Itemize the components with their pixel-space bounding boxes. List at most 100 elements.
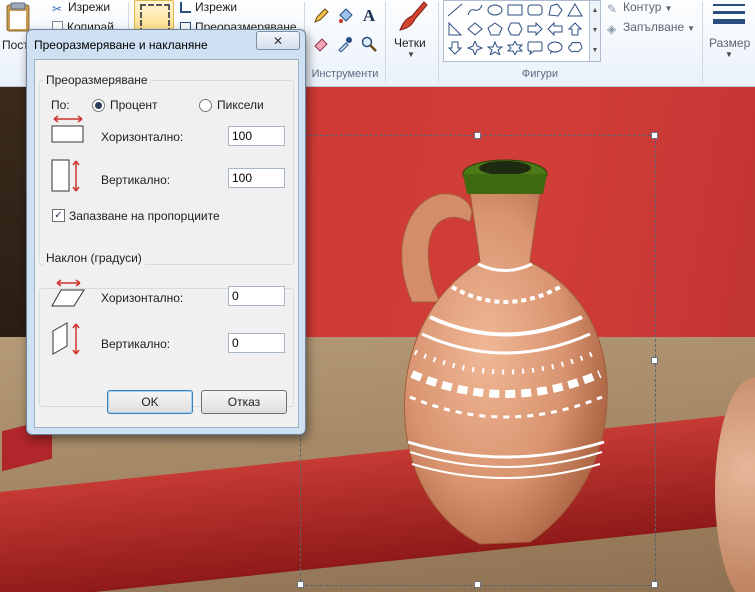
chevron-down-icon: ▼ [725,50,733,59]
rectangle-icon [507,4,523,16]
selection-handle-top-middle[interactable] [474,132,481,139]
gallery-more-icon[interactable]: ▼ [590,41,600,61]
cloud-callout-shape[interactable] [567,41,583,55]
right-triangle-icon [448,21,463,36]
triangle-shape[interactable] [567,3,583,17]
scroll-up-icon[interactable]: ▲ [590,1,600,21]
pentagon-shape[interactable] [487,22,503,36]
shapes-scroll[interactable]: ▲ ▼ ▼ [589,0,601,62]
color-picker-tool[interactable] [334,33,356,55]
rounded-rectangle-shape[interactable] [527,3,543,17]
brushes-button[interactable]: Четки ▼ [389,0,433,62]
diamond-shape[interactable] [467,22,483,36]
paste-label: Пост [2,38,29,52]
chevron-down-icon: ▼ [407,50,415,59]
skew-vertical-icon [52,322,80,355]
text-tool[interactable]: A [358,5,380,27]
down-arrow-shape[interactable] [447,41,463,55]
clipboard-icon [6,2,30,32]
fill-button[interactable]: ◈ Запълване ▼ [607,20,696,36]
pencil-icon [314,8,329,23]
pencil-tool[interactable] [310,5,332,27]
down-arrow-icon [447,41,463,55]
percent-radio[interactable] [92,99,105,112]
right-triangle-shape[interactable] [447,21,463,36]
eraser-tool[interactable] [310,33,332,55]
magnifier-icon [361,36,377,52]
five-point-star-icon [486,40,504,57]
left-arrow-icon [547,21,563,37]
size-label: Размер [709,36,751,50]
resize-vertical-label: Вертикално: [101,173,171,187]
polygon-icon [548,3,563,17]
pixels-radio[interactable] [199,99,212,112]
group-separator [385,2,386,82]
resize-vertical-icon [51,159,80,192]
close-button[interactable]: ✕ [256,31,300,50]
keep-aspect-checkbox[interactable]: ✓ [52,209,65,222]
up-arrow-icon [567,22,583,36]
hexagon-icon [507,22,523,36]
selection-handle-bottom-right[interactable] [651,581,658,588]
oval-shape[interactable] [487,3,503,17]
resize-vertical-input[interactable] [228,168,285,188]
right-arrow-icon [527,21,543,37]
oval-icon [487,4,503,16]
five-point-star-shape[interactable] [486,40,504,57]
keep-aspect-label[interactable]: Запазване на пропорциите [69,209,220,223]
crop-button[interactable]: Изрежи [180,0,237,14]
skew-vertical-label: Вертикално: [101,337,171,351]
group-separator [438,2,439,82]
resize-horizontal-input[interactable] [228,126,285,146]
polygon-shape[interactable] [547,3,563,17]
outline-button[interactable]: ✎ Контур ▼ [607,0,673,16]
resize-horizontal-icon [51,115,84,143]
magnifier-tool[interactable] [358,33,380,55]
crop-label: Изрежи [195,0,238,14]
selection-rectangle[interactable] [300,135,656,586]
triangle-icon [567,3,583,17]
right-arrow-shape[interactable] [527,21,543,37]
hexagon-shape[interactable] [507,22,523,36]
left-arrow-shape[interactable] [547,21,563,37]
rectangle-shape[interactable] [507,3,523,17]
cut-button[interactable]: ✂ Изрежи [52,0,110,16]
skew-horizontal-input[interactable] [228,286,285,306]
four-point-star-shape[interactable] [466,39,484,57]
chevron-down-icon: ▼ [664,4,673,13]
rounded-callout-shape[interactable] [527,41,543,56]
paint-bucket-icon [339,8,353,23]
outline-label: Контур [623,0,662,14]
cloud-callout-icon [568,41,583,53]
group-separator [702,2,703,82]
size-button[interactable]: Размер ▼ [706,0,752,62]
selection-handle-middle-right[interactable] [651,357,658,364]
four-point-star-icon [466,39,484,57]
selection-handle-bottom-left[interactable] [297,581,304,588]
resize-legend: Преоразмеряване [43,73,151,87]
eraser-icon [314,38,328,52]
skew-horizontal-label: Хоризонтално: [101,291,184,305]
line-shape[interactable] [447,3,463,17]
pixels-label[interactable]: Пиксели [217,98,264,112]
selection-handle-bottom-middle[interactable] [474,581,481,588]
fill-tool[interactable] [334,5,356,27]
skew-horizontal-icon [51,279,85,307]
cancel-button[interactable]: Отказ [201,390,287,414]
skew-vertical-input[interactable] [228,333,285,353]
selection-handle-top-right[interactable] [651,132,658,139]
rounded-callout-icon [527,41,543,56]
percent-label[interactable]: Процент [110,98,158,112]
oval-callout-shape[interactable] [547,41,563,55]
by-label: По: [51,98,70,112]
chevron-down-icon: ▼ [687,24,696,33]
fill-icon: ◈ [607,22,617,36]
ok-button[interactable]: OK [107,390,193,414]
line-width-icon [713,4,745,24]
curve-shape[interactable] [467,3,483,17]
six-point-star-shape[interactable] [506,39,524,57]
scroll-down-icon[interactable]: ▼ [590,21,600,41]
shapes-gallery [443,0,591,62]
up-arrow-shape[interactable] [567,22,583,36]
brushes-label: Четки [394,36,426,50]
